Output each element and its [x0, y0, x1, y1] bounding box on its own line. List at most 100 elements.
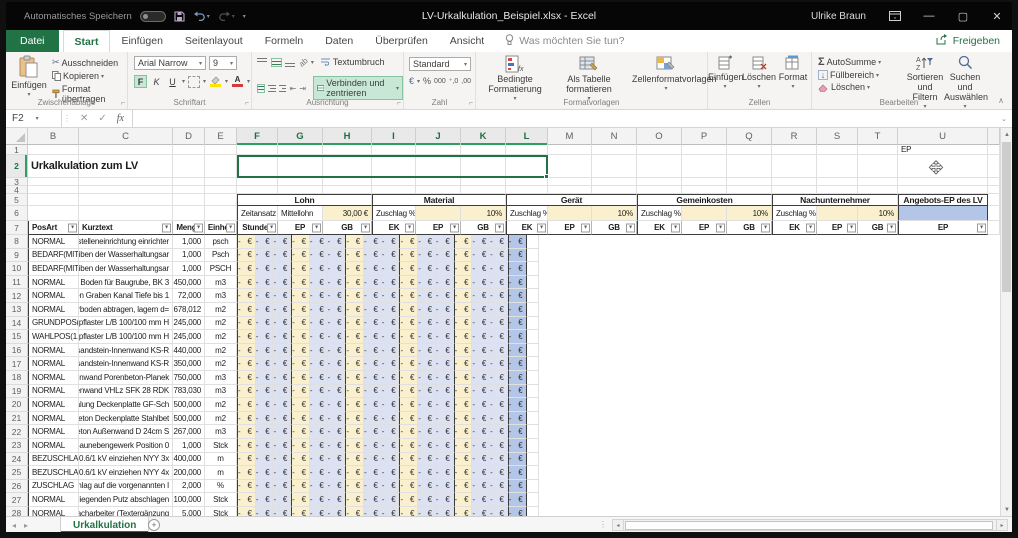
- cell-Q22[interactable]: - €: [435, 425, 454, 439]
- cell-T28[interactable]: - €: [490, 506, 508, 516]
- cell-L22[interactable]: - €: [345, 425, 365, 439]
- cell-N10[interactable]: - €: [381, 262, 400, 276]
- cell-K[interactable]: [461, 178, 506, 186]
- cell-P20[interactable]: - €: [418, 398, 436, 412]
- row-header-27[interactable]: 27: [6, 493, 28, 507]
- filter-header-N[interactable]: GB ▼: [592, 221, 637, 235]
- cell-D[interactable]: [173, 206, 205, 221]
- cell-C8[interactable]: Baustelleneinrichtung einrichter: [79, 235, 173, 249]
- cell-P6[interactable]: [682, 206, 727, 221]
- vertical-scrollbar[interactable]: ▲ ▼: [1000, 128, 1012, 516]
- cell-E23[interactable]: Stck: [205, 438, 237, 453]
- cell-U14[interactable]: - €: [507, 316, 527, 331]
- row-header-24[interactable]: 24: [6, 452, 28, 467]
- sheet-tab-urkalkulation[interactable]: Urkalkulation: [60, 517, 150, 532]
- cell-P[interactable]: [682, 186, 727, 194]
- cell-O18[interactable]: - €: [399, 370, 419, 385]
- cell-C13[interactable]: Oberboden abtragen, lagern d=: [79, 302, 173, 317]
- cell-E17[interactable]: m2: [205, 357, 237, 371]
- cell-O11[interactable]: - €: [399, 275, 419, 290]
- cell-S13[interactable]: - €: [472, 302, 491, 317]
- cell-F8[interactable]: - €: [237, 235, 256, 249]
- cell-Q12[interactable]: - €: [435, 289, 454, 303]
- cell-L21[interactable]: - €: [345, 411, 365, 426]
- cell-P17[interactable]: - €: [418, 357, 436, 371]
- cell-P9[interactable]: - €: [418, 248, 436, 263]
- filter-dropdown-icon-S[interactable]: ▼: [847, 223, 856, 232]
- cell-R[interactable]: [772, 178, 817, 186]
- cell-K[interactable]: [461, 145, 506, 155]
- undo-icon[interactable]: ▾: [193, 11, 210, 21]
- cell-L[interactable]: [506, 186, 548, 194]
- cell-R20[interactable]: - €: [453, 398, 473, 412]
- hscroll-grip[interactable]: ⋮: [599, 520, 607, 529]
- cell-S17[interactable]: - €: [472, 357, 491, 371]
- close-icon[interactable]: ✕: [982, 2, 1012, 30]
- cell-G11[interactable]: - €: [255, 275, 274, 290]
- cell-G20[interactable]: - €: [255, 398, 274, 412]
- column-header-I[interactable]: I: [372, 128, 416, 145]
- cell-O27[interactable]: - €: [399, 493, 419, 507]
- cell-G27[interactable]: - €: [255, 493, 274, 507]
- row-header-21[interactable]: 21: [6, 411, 28, 426]
- cell-E27[interactable]: Stck: [205, 493, 237, 507]
- cell-N26[interactable]: - €: [381, 479, 400, 494]
- cell-G26[interactable]: - €: [255, 479, 274, 494]
- cell-I21[interactable]: - €: [291, 411, 310, 426]
- cell-S11[interactable]: - €: [472, 275, 491, 290]
- cell-B25[interactable]: BEZUSCHLAGEN: [28, 466, 79, 480]
- cell-P[interactable]: [682, 145, 727, 155]
- cell-T24[interactable]: - €: [490, 452, 508, 467]
- cell-F21[interactable]: - €: [237, 411, 256, 426]
- cell-P[interactable]: [682, 178, 727, 186]
- fill-color-icon[interactable]: [209, 75, 222, 88]
- cell-D16[interactable]: 440,000: [173, 343, 205, 358]
- cell-R26[interactable]: - €: [453, 479, 473, 494]
- cell-F17[interactable]: - €: [237, 357, 256, 371]
- cell-F[interactable]: [237, 178, 278, 186]
- cell-L6-zuschlag[interactable]: Zuschlag %: [506, 206, 548, 221]
- cell-J9[interactable]: - €: [309, 248, 328, 263]
- cell-S[interactable]: [817, 145, 858, 155]
- cell-N[interactable]: [592, 145, 637, 155]
- cell-Q8[interactable]: - €: [435, 235, 454, 249]
- filter-dropdown-icon-I[interactable]: ▼: [405, 223, 414, 232]
- cell-J[interactable]: [416, 186, 461, 194]
- clear-button[interactable]: Löschen ▾: [818, 82, 881, 92]
- cell-N17[interactable]: - €: [381, 357, 400, 371]
- filter-dropdown-icon-O[interactable]: ▼: [671, 223, 680, 232]
- cell-E10[interactable]: PSCH: [205, 262, 237, 276]
- cell-M28[interactable]: - €: [364, 506, 382, 516]
- cell-J17[interactable]: - €: [309, 357, 328, 371]
- cell-S22[interactable]: - €: [472, 425, 491, 439]
- copy-button[interactable]: Kopieren ▾: [52, 71, 127, 81]
- column-header-P[interactable]: P: [682, 128, 727, 145]
- cell-E28[interactable]: Stck: [205, 506, 237, 516]
- cell-C15[interactable]: Betonpflaster L/B 100/100 mm H: [79, 330, 173, 344]
- cell-E13[interactable]: m2: [205, 302, 237, 317]
- cell-M9[interactable]: - €: [364, 248, 382, 263]
- cell-M24[interactable]: - €: [364, 452, 382, 467]
- row-header-26[interactable]: 26: [6, 479, 28, 494]
- cell-T22[interactable]: - €: [490, 425, 508, 439]
- cell-K17[interactable]: - €: [327, 357, 346, 371]
- cell-F12[interactable]: - €: [237, 289, 256, 303]
- cell-R11[interactable]: - €: [453, 275, 473, 290]
- cell-I[interactable]: [372, 186, 416, 194]
- cell-L[interactable]: [506, 145, 548, 155]
- cell-O[interactable]: [637, 155, 682, 178]
- cell-N23[interactable]: - €: [381, 438, 400, 453]
- cell-C28[interactable]: Facharbeiter (Textergänzung: [79, 506, 173, 516]
- cell-B20[interactable]: NORMAL: [28, 398, 79, 412]
- cell-M[interactable]: [548, 178, 592, 186]
- cell-R9[interactable]: - €: [453, 248, 473, 263]
- cell-G14[interactable]: - €: [255, 316, 274, 331]
- cell-R16[interactable]: - €: [453, 343, 473, 358]
- cell-G25[interactable]: - €: [255, 466, 274, 480]
- cell-D[interactable]: [173, 178, 205, 186]
- cell-M27[interactable]: - €: [364, 493, 382, 507]
- cell-B17[interactable]: NORMAL: [28, 357, 79, 371]
- select-all-corner[interactable]: [6, 128, 28, 144]
- cell-I6-zuschlag[interactable]: Zuschlag %: [372, 206, 416, 221]
- cell-E11[interactable]: m3: [205, 275, 237, 290]
